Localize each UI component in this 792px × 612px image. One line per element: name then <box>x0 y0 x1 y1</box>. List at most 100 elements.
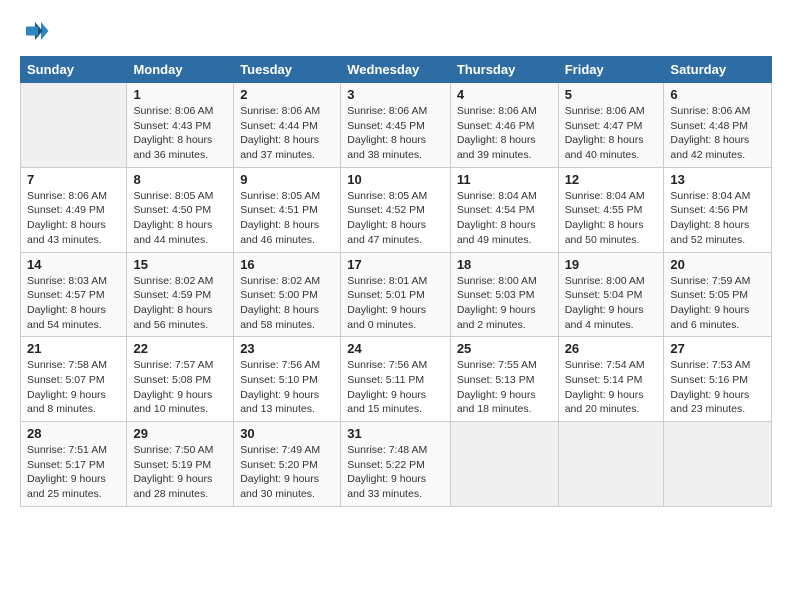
day-number: 17 <box>347 257 444 272</box>
weekday-header-sunday: Sunday <box>21 57 127 83</box>
day-info: Sunrise: 8:04 AMSunset: 4:55 PMDaylight:… <box>565 189 658 248</box>
calendar-cell: 23Sunrise: 7:56 AMSunset: 5:10 PMDayligh… <box>234 337 341 422</box>
day-info: Sunrise: 7:57 AMSunset: 5:08 PMDaylight:… <box>133 358 227 417</box>
calendar-cell: 17 Sunrise: 8:01 AMSunset: 5:01 PMDayligh… <box>341 252 451 337</box>
day-info: Sunrise: 8:06 AMSunset: 4:47 PMDaylight:… <box>565 104 658 163</box>
day-info: Sunrise: 7:58 AMSunset: 5:07 PMDaylight:… <box>27 358 120 417</box>
day-info: Sunrise: 8:03 AMSunset: 4:57 PMDaylight:… <box>27 274 120 333</box>
calendar-cell: 20 Sunrise: 7:59 AMSunset: 5:05 PMDayligh… <box>664 252 772 337</box>
week-row-5: 28 Sunrise: 7:51 AMSunset: 5:17 PMDayligh… <box>21 422 772 507</box>
day-info: Sunrise: 7:59 AMSunset: 5:05 PMDaylight:… <box>670 274 765 333</box>
day-info: Sunrise: 8:02 AMSunset: 5:00 PMDaylight:… <box>240 274 334 333</box>
calendar-cell: 21 Sunrise: 7:58 AMSunset: 5:07 PMDayligh… <box>21 337 127 422</box>
calendar-cell: 2 Sunrise: 8:06 AMSunset: 4:44 PMDaylight… <box>234 83 341 168</box>
weekday-header-wednesday: Wednesday <box>341 57 451 83</box>
day-info: Sunrise: 8:02 AMSunset: 4:59 PMDaylight:… <box>133 274 227 333</box>
day-info: Sunrise: 8:06 AMSunset: 4:43 PMDaylight:… <box>133 104 227 163</box>
day-number: 12 <box>565 172 658 187</box>
calendar-cell: 5 Sunrise: 8:06 AMSunset: 4:47 PMDaylight… <box>558 83 664 168</box>
calendar-cell: 16 Sunrise: 8:02 AMSunset: 5:00 PMDayligh… <box>234 252 341 337</box>
day-info: Sunrise: 8:05 AMSunset: 4:52 PMDaylight:… <box>347 189 444 248</box>
calendar-cell <box>21 83 127 168</box>
day-number: 21 <box>27 341 120 356</box>
day-number: 8 <box>133 172 227 187</box>
week-row-2: 7 Sunrise: 8:06 AMSunset: 4:49 PMDaylight… <box>21 167 772 252</box>
day-number: 11 <box>457 172 552 187</box>
calendar-cell: 27 Sunrise: 7:53 AMSunset: 5:16 PMDayligh… <box>664 337 772 422</box>
day-info: Sunrise: 8:06 AMSunset: 4:44 PMDaylight:… <box>240 104 334 163</box>
day-number: 14 <box>27 257 120 272</box>
calendar-cell: 18Sunrise: 8:00 AMSunset: 5:03 PMDayligh… <box>450 252 558 337</box>
day-info: Sunrise: 8:06 AMSunset: 4:46 PMDaylight:… <box>457 104 552 163</box>
calendar-cell: 25 Sunrise: 7:55 AMSunset: 5:13 PMDayligh… <box>450 337 558 422</box>
day-number: 30 <box>240 426 334 441</box>
week-row-4: 21 Sunrise: 7:58 AMSunset: 5:07 PMDayligh… <box>21 337 772 422</box>
day-number: 15 <box>133 257 227 272</box>
calendar-cell: 11Sunrise: 8:04 AMSunset: 4:54 PMDayligh… <box>450 167 558 252</box>
weekday-header-friday: Friday <box>558 57 664 83</box>
day-number: 22 <box>133 341 227 356</box>
calendar-cell: 4 Sunrise: 8:06 AMSunset: 4:46 PMDaylight… <box>450 83 558 168</box>
day-info: Sunrise: 7:49 AMSunset: 5:20 PMDaylight:… <box>240 443 334 502</box>
day-number: 26 <box>565 341 658 356</box>
day-number: 3 <box>347 87 444 102</box>
calendar-cell <box>450 422 558 507</box>
weekday-header-thursday: Thursday <box>450 57 558 83</box>
day-number: 19 <box>565 257 658 272</box>
calendar-cell: 22 Sunrise: 7:57 AMSunset: 5:08 PMDayligh… <box>127 337 234 422</box>
day-number: 5 <box>565 87 658 102</box>
calendar-cell: 12 Sunrise: 8:04 AMSunset: 4:55 PMDayligh… <box>558 167 664 252</box>
day-number: 31 <box>347 426 444 441</box>
day-info: Sunrise: 7:53 AMSunset: 5:16 PMDaylight:… <box>670 358 765 417</box>
day-number: 25 <box>457 341 552 356</box>
day-number: 23 <box>240 341 334 356</box>
day-number: 2 <box>240 87 334 102</box>
calendar-cell: 13 Sunrise: 8:04 AMSunset: 4:56 PMDayligh… <box>664 167 772 252</box>
day-number: 1 <box>133 87 227 102</box>
calendar-cell: 9Sunrise: 8:05 AMSunset: 4:51 PMDaylight… <box>234 167 341 252</box>
calendar-cell <box>664 422 772 507</box>
calendar-cell: 24 Sunrise: 7:56 AMSunset: 5:11 PMDayligh… <box>341 337 451 422</box>
day-info: Sunrise: 7:54 AMSunset: 5:14 PMDaylight:… <box>565 358 658 417</box>
day-number: 29 <box>133 426 227 441</box>
logo <box>20 16 54 46</box>
day-info: Sunrise: 8:06 AMSunset: 4:48 PMDaylight:… <box>670 104 765 163</box>
day-info: Sunrise: 8:06 AMSunset: 4:49 PMDaylight:… <box>27 189 120 248</box>
day-number: 27 <box>670 341 765 356</box>
day-number: 7 <box>27 172 120 187</box>
calendar-cell: 15 Sunrise: 8:02 AMSunset: 4:59 PMDayligh… <box>127 252 234 337</box>
calendar-cell: 10Sunrise: 8:05 AMSunset: 4:52 PMDayligh… <box>341 167 451 252</box>
day-info: Sunrise: 7:51 AMSunset: 5:17 PMDaylight:… <box>27 443 120 502</box>
calendar-cell: 7 Sunrise: 8:06 AMSunset: 4:49 PMDaylight… <box>21 167 127 252</box>
weekday-header-row: SundayMondayTuesdayWednesdayThursdayFrid… <box>21 57 772 83</box>
calendar-cell: 1 Sunrise: 8:06 AMSunset: 4:43 PMDaylight… <box>127 83 234 168</box>
day-number: 13 <box>670 172 765 187</box>
day-number: 18 <box>457 257 552 272</box>
day-number: 20 <box>670 257 765 272</box>
calendar-table: SundayMondayTuesdayWednesdayThursdayFrid… <box>20 56 772 507</box>
day-number: 6 <box>670 87 765 102</box>
day-info: Sunrise: 8:04 AMSunset: 4:56 PMDaylight:… <box>670 189 765 248</box>
day-number: 24 <box>347 341 444 356</box>
day-info: Sunrise: 8:01 AMSunset: 5:01 PMDaylight:… <box>347 274 444 333</box>
day-number: 4 <box>457 87 552 102</box>
week-row-1: 1 Sunrise: 8:06 AMSunset: 4:43 PMDaylight… <box>21 83 772 168</box>
day-info: Sunrise: 8:00 AMSunset: 5:04 PMDaylight:… <box>565 274 658 333</box>
calendar-cell: 3 Sunrise: 8:06 AMSunset: 4:45 PMDaylight… <box>341 83 451 168</box>
calendar-cell: 6 Sunrise: 8:06 AMSunset: 4:48 PMDaylight… <box>664 83 772 168</box>
calendar-cell: 19 Sunrise: 8:00 AMSunset: 5:04 PMDayligh… <box>558 252 664 337</box>
main-container: SundayMondayTuesdayWednesdayThursdayFrid… <box>0 0 792 517</box>
day-number: 9 <box>240 172 334 187</box>
week-row-3: 14 Sunrise: 8:03 AMSunset: 4:57 PMDayligh… <box>21 252 772 337</box>
calendar-cell <box>558 422 664 507</box>
day-info: Sunrise: 8:06 AMSunset: 4:45 PMDaylight:… <box>347 104 444 163</box>
day-number: 28 <box>27 426 120 441</box>
weekday-header-monday: Monday <box>127 57 234 83</box>
day-info: Sunrise: 7:55 AMSunset: 5:13 PMDaylight:… <box>457 358 552 417</box>
calendar-cell: 31Sunrise: 7:48 AMSunset: 5:22 PMDayligh… <box>341 422 451 507</box>
header <box>20 16 772 46</box>
day-info: Sunrise: 7:56 AMSunset: 5:11 PMDaylight:… <box>347 358 444 417</box>
calendar-cell: 29Sunrise: 7:50 AMSunset: 5:19 PMDayligh… <box>127 422 234 507</box>
calendar-cell: 8Sunrise: 8:05 AMSunset: 4:50 PMDaylight… <box>127 167 234 252</box>
day-number: 16 <box>240 257 334 272</box>
